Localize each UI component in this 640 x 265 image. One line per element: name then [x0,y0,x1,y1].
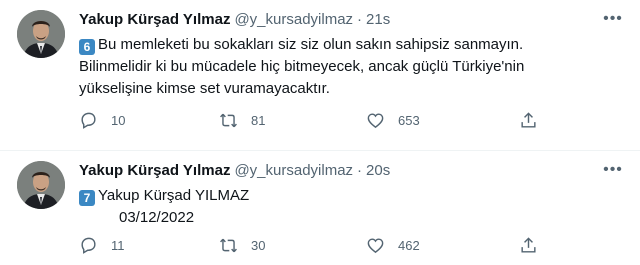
avatar[interactable] [17,10,65,58]
retweet-button[interactable]: 81 [219,108,265,132]
tweet-line: Bilinmelidir ki bu mücadele hiç bitmeyec… [79,58,525,75]
tweet-line: 7 Yakup Kürşad YILMAZ [79,185,600,207]
retweet-count: 30 [251,237,266,253]
reply-button[interactable]: 10 [79,108,125,132]
reply-icon [81,237,96,254]
retweet-button[interactable]: 30 [219,233,265,257]
reply-count: 11 [111,237,125,253]
author-name[interactable]: Yakup Kürşad Yılmaz [79,161,230,181]
like-count: 653 [398,112,420,128]
tweet-actions: 11 30 462 [79,233,549,257]
timestamp[interactable]: 21s [366,10,390,30]
tweet[interactable]: Yakup Kürşad Yılmaz @y_kursadyilmaz · 20… [0,150,640,265]
more-options-button[interactable]: ••• [600,159,626,181]
tweet-header: Yakup Kürşad Yılmaz @y_kursadyilmaz · 21… [79,10,390,30]
like-button[interactable]: 653 [366,108,420,132]
like-button[interactable]: 462 [366,233,420,257]
share-button[interactable] [519,108,538,132]
avatar-image [17,10,65,58]
keycap-badge: 7 [79,190,95,206]
separator: · [357,11,363,28]
share-button[interactable] [519,233,538,257]
author-name[interactable]: Yakup Kürşad Yılmaz [79,10,230,30]
keycap-badge: 6 [79,39,95,55]
timestamp[interactable]: 20s [366,161,390,181]
like-icon [367,237,384,253]
retweet-count: 81 [251,112,266,128]
reply-count: 10 [111,112,126,128]
separator: · [357,162,363,179]
tweet-line: yükselişine kimse set vuramayacaktır. [79,80,330,97]
more-options-button[interactable]: ••• [600,8,626,30]
reply-button[interactable]: 11 [79,233,125,257]
avatar-image [17,161,65,209]
retweet-icon [220,113,237,127]
tweet-line: 6 Bu memleketi bu sokakları siz siz olun … [79,34,600,56]
author-handle[interactable]: @y_kursadyilmaz [234,10,353,30]
timeline: Yakup Kürşad Yılmaz @y_kursadyilmaz · 21… [0,0,640,265]
tweet-text: 6 Bu memleketi bu sokakları siz siz olun … [79,34,600,100]
share-icon [521,111,536,128]
tweet-actions: 10 81 653 [79,108,549,132]
reply-icon [81,112,96,129]
author-handle[interactable]: @y_kursadyilmaz [234,161,353,181]
tweet-text: 7 Yakup Kürşad YILMAZ 03/12/2022 [79,185,600,229]
like-count: 462 [398,237,420,253]
retweet-icon [220,238,237,252]
tweet-header: Yakup Kürşad Yılmaz @y_kursadyilmaz · 20… [79,161,390,181]
tweet-date-line: 03/12/2022 [119,209,195,226]
like-icon [367,112,384,128]
avatar[interactable] [17,161,65,209]
share-icon [521,236,536,253]
more-icon: ••• [603,10,623,27]
more-icon: ••• [603,161,623,178]
tweet[interactable]: Yakup Kürşad Yılmaz @y_kursadyilmaz · 21… [0,0,640,150]
